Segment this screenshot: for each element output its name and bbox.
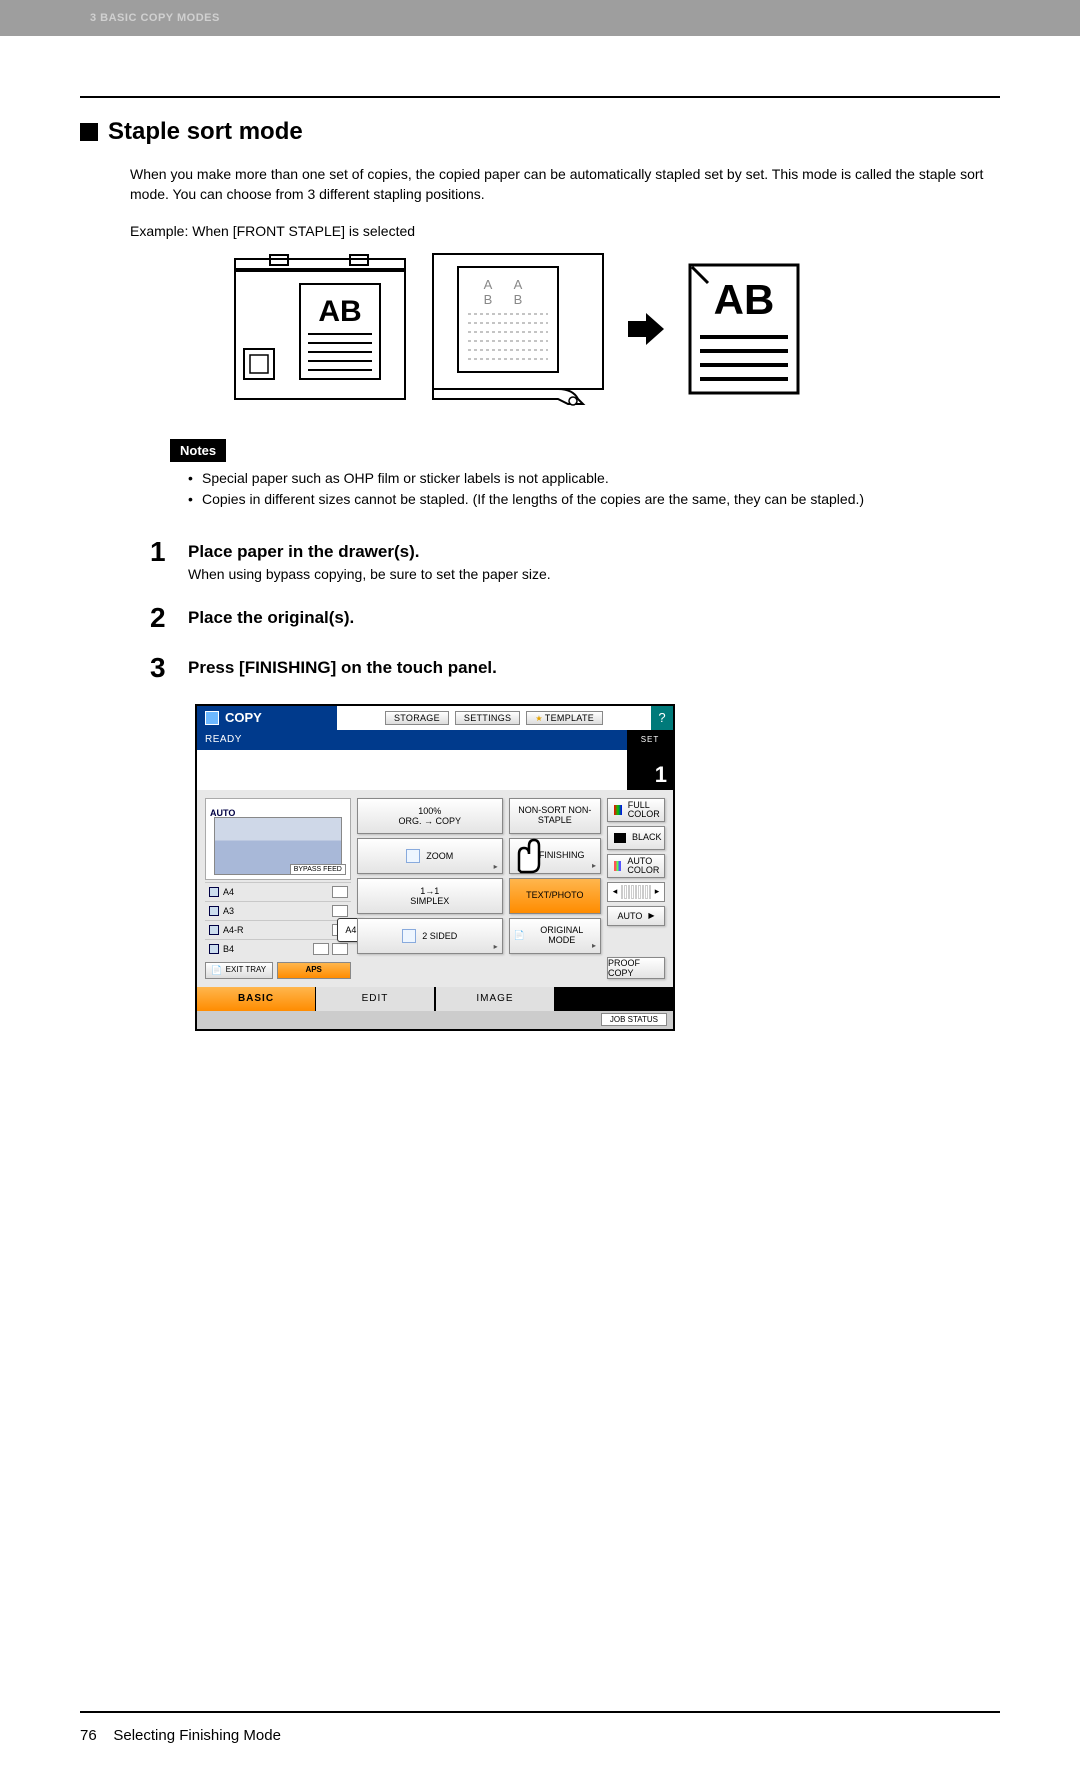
paper-row-a4[interactable]: A4 xyxy=(205,882,351,901)
footer-section: Selecting Finishing Mode xyxy=(113,1727,281,1744)
tab-spacer xyxy=(555,987,673,1011)
touch-panel-screenshot: COPY STORAGE SETTINGS TEMPLATE ? READY S… xyxy=(195,704,675,1031)
paper-preview: AUTO BYPASS FEED xyxy=(205,798,351,880)
note-item: Copies in different sizes cannot be stap… xyxy=(188,489,1000,510)
notes-block: Notes Special paper such as OHP film or … xyxy=(170,439,1000,510)
bypass-label: BYPASS FEED xyxy=(290,864,346,875)
auto-density-button[interactable]: AUTO▶ xyxy=(607,906,665,926)
step-1: 1 Place paper in the drawer(s). When usi… xyxy=(150,538,1000,582)
tab-basic[interactable]: BASIC xyxy=(197,987,315,1011)
section-title: Staple sort mode xyxy=(80,118,1000,146)
auto-color-button[interactable]: AUTO COLOR xyxy=(607,854,665,878)
stapled-output-diagram: AB xyxy=(684,259,804,399)
help-button[interactable]: ? xyxy=(651,706,673,730)
copy-icon xyxy=(205,711,219,725)
aps-button[interactable]: APS xyxy=(277,962,351,979)
page-number: 76 xyxy=(80,1727,97,1744)
job-status-button[interactable]: JOB STATUS xyxy=(601,1013,667,1026)
paper-row-b4[interactable]: B4 xyxy=(205,939,351,958)
step-number: 2 xyxy=(150,604,174,632)
step-title: Press [FINISHING] on the touch panel. xyxy=(188,658,497,678)
two-sided-icon xyxy=(402,929,416,943)
step-title: Place paper in the drawer(s). xyxy=(188,542,551,562)
text-photo-button[interactable]: TEXT/PHOTO xyxy=(509,878,601,914)
step-subtitle: When using bypass copying, be sure to se… xyxy=(188,566,551,582)
step-title: Place the original(s). xyxy=(188,608,354,628)
tab-edit[interactable]: EDIT xyxy=(315,987,435,1011)
svg-text:AB: AB xyxy=(714,276,775,323)
printer-diagram: AB xyxy=(230,249,410,409)
top-rule xyxy=(80,96,1000,98)
set-label: SET xyxy=(627,730,673,750)
page-header: 3 BASIC COPY MODES xyxy=(0,0,1080,36)
paper-row-a3[interactable]: A3 xyxy=(205,901,351,920)
black-icon xyxy=(614,833,626,843)
two-sided-button[interactable]: 2 SIDED ▸ xyxy=(357,918,503,954)
full-color-button[interactable]: FULL COLOR xyxy=(607,798,665,822)
copy-mode-label: COPY xyxy=(197,706,337,730)
svg-text:AB: AB xyxy=(318,295,361,328)
svg-text:A: A xyxy=(514,277,523,292)
full-color-icon xyxy=(614,805,622,815)
svg-text:B: B xyxy=(514,292,523,307)
panel-tabs: BASIC EDIT IMAGE xyxy=(197,987,673,1011)
nonsort-button[interactable]: NON-SORT NON-STAPLE xyxy=(509,798,601,834)
auto-color-icon xyxy=(614,861,621,871)
copy-count: 1 xyxy=(627,750,673,790)
notes-label: Notes xyxy=(170,439,226,462)
original-mode-button[interactable]: 📄 ORIGINAL MODE▸ xyxy=(509,918,601,954)
density-slider[interactable]: ◂ ▸ xyxy=(607,882,665,902)
step-2: 2 Place the original(s). xyxy=(150,604,1000,632)
zoom-icon xyxy=(406,849,420,863)
diagram-row: AB A A B B xyxy=(230,249,1000,409)
note-item: Special paper such as OHP film or sticke… xyxy=(188,468,1000,489)
zoom-ratio-button[interactable]: 100% ORG. → COPY xyxy=(357,798,503,834)
paper-row-a4r[interactable]: A4-R xyxy=(205,920,351,939)
svg-text:A: A xyxy=(484,277,493,292)
finishing-button[interactable]: 📑 FINISHING▸ xyxy=(509,838,601,874)
title-bullet-icon xyxy=(80,123,98,141)
tab-image[interactable]: IMAGE xyxy=(435,987,555,1011)
black-button[interactable]: BLACK xyxy=(607,826,665,850)
page-footer: 76 Selecting Finishing Mode xyxy=(0,1711,1080,1784)
page-title: Staple sort mode xyxy=(108,118,303,146)
intro-paragraph: When you make more than one set of copie… xyxy=(130,164,1000,205)
svg-text:B: B xyxy=(484,292,493,307)
proof-copy-button[interactable]: PROOF COPY xyxy=(607,957,665,979)
breadcrumb: 3 BASIC COPY MODES xyxy=(90,12,220,24)
step-3: 3 Press [FINISHING] on the touch panel. xyxy=(150,654,1000,682)
template-button[interactable]: TEMPLATE xyxy=(526,711,603,725)
status-ready: READY xyxy=(197,730,627,750)
arrow-right-icon xyxy=(626,309,666,349)
zoom-button[interactable]: ZOOM ▸ xyxy=(357,838,503,874)
step-number: 1 xyxy=(150,538,174,582)
exit-tray-button[interactable]: 📄EXIT TRAY xyxy=(205,962,273,979)
example-caption: Example: When [FRONT STAPLE] is selected xyxy=(130,223,1000,239)
storage-button[interactable]: STORAGE xyxy=(385,711,449,725)
step-number: 3 xyxy=(150,654,174,682)
simplex-button[interactable]: 1→1 SIMPLEX xyxy=(357,878,503,914)
settings-button[interactable]: SETTINGS xyxy=(455,711,520,725)
output-tray-diagram: A A B B xyxy=(428,249,608,409)
